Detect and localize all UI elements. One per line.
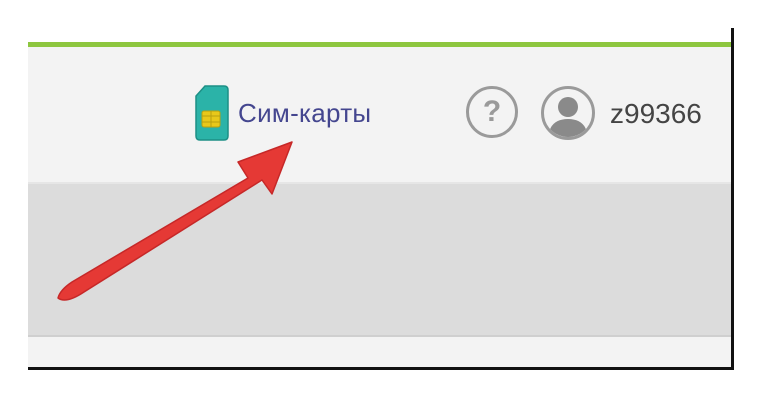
sim-card-icon [195,85,229,141]
app-window: Сим-карты ? z99366 [28,28,734,370]
bottom-area [28,337,731,367]
help-button[interactable]: ? [466,86,518,138]
sim-cards-label: Сим-карты [238,97,372,128]
sim-cards-link[interactable]: Сим-карты [194,82,371,144]
user-avatar[interactable] [541,86,595,140]
user-avatar-icon [548,97,588,137]
content-band [28,184,731,335]
top-strip [28,28,731,42]
username-label[interactable]: z99366 [610,98,702,130]
help-icon: ? [482,95,502,128]
